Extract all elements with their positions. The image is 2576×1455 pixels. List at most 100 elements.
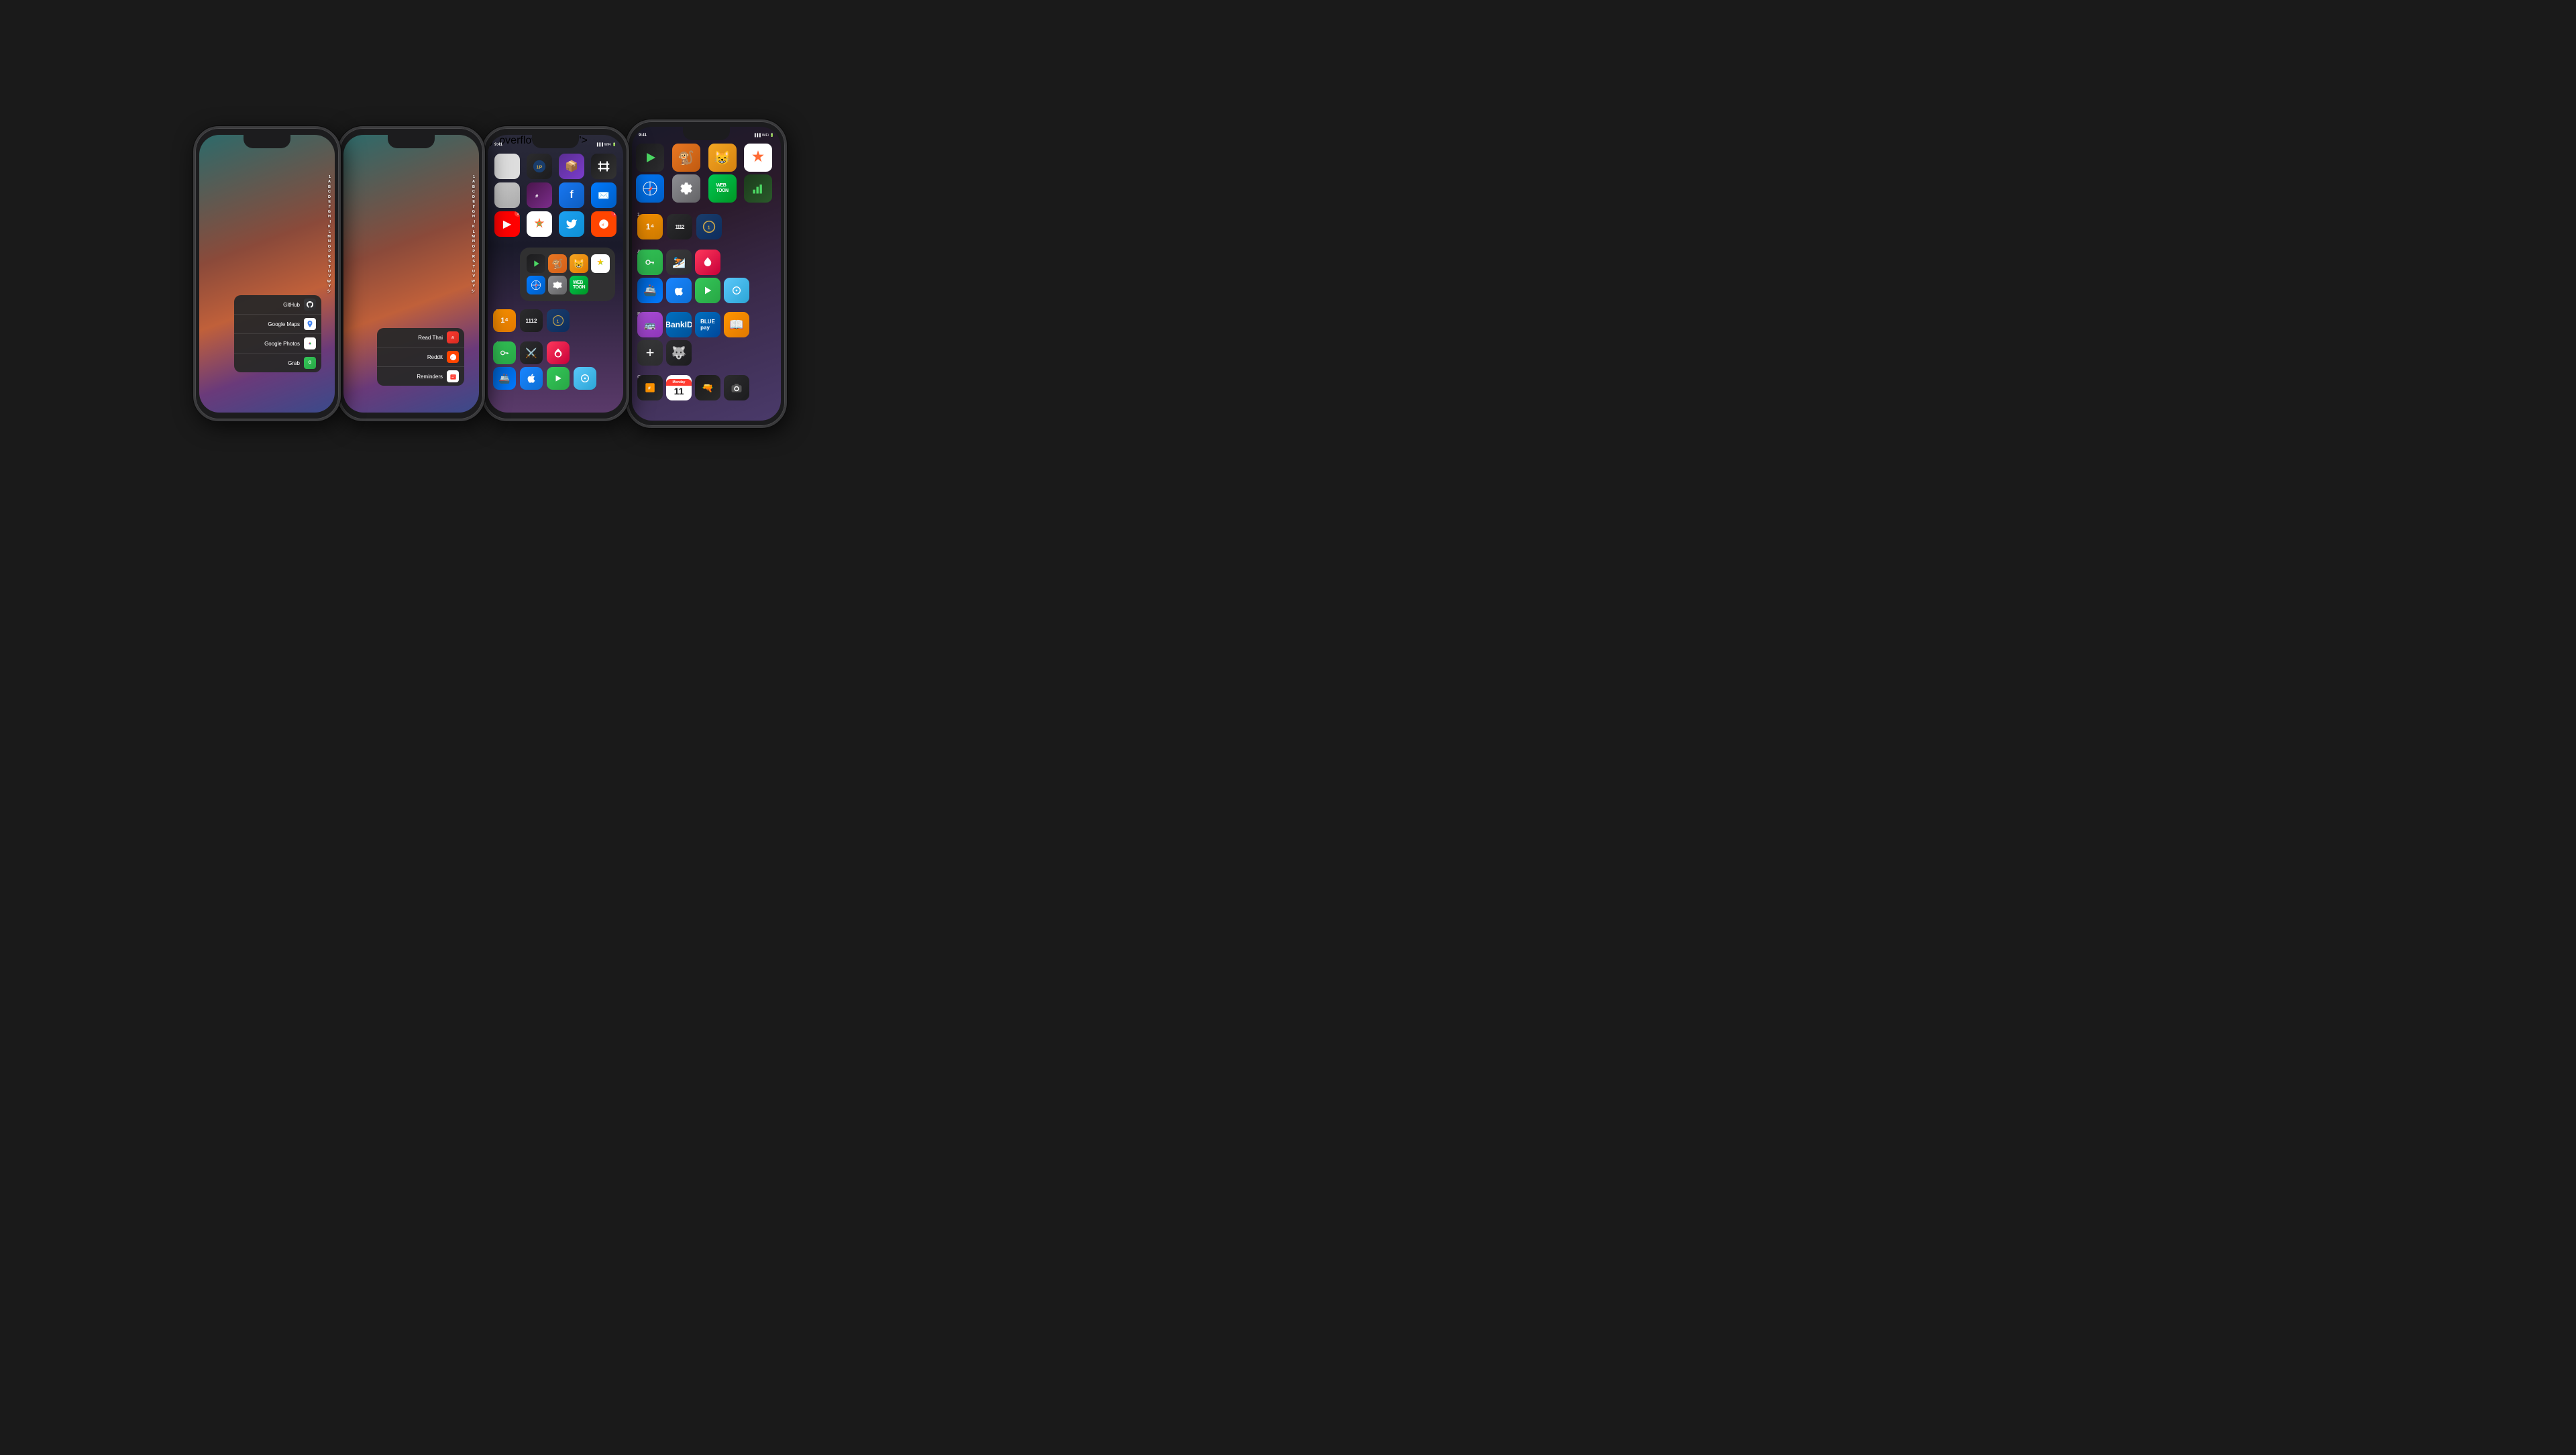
p4-find[interactable] — [724, 278, 749, 303]
context-menu-1: GitHub Google Maps Google Photos — [234, 295, 321, 372]
app-keypass[interactable] — [493, 341, 516, 364]
p4-boonie[interactable]: 🐺 — [666, 340, 692, 366]
section-C-4: # Monday 11 🔫 — [637, 375, 749, 400]
app-deliveries[interactable]: 📦 — [559, 154, 584, 179]
p4-app-garfield[interactable]: 😸 — [708, 144, 737, 172]
phone-3-screen: '); overflow:hidden;"> 9:41 ▐▐▐ WiFi 🔋 — [488, 135, 623, 413]
alpha-H[interactable]: H — [327, 215, 331, 219]
p4-calendar[interactable]: Monday 11 — [666, 375, 692, 400]
alpha-index-sidebar[interactable]: 1 A B C D E F G H I K L M N O P R — [327, 175, 331, 294]
menu-reddit[interactable]: Reddit r — [377, 347, 464, 367]
p4-bluepay[interactable]: BLUEpay — [695, 312, 720, 337]
app-placeholder-1[interactable] — [494, 154, 520, 179]
app-1password-3[interactable]: 1 — [547, 309, 570, 332]
folder-grid: 🐒 😸 — [525, 253, 610, 296]
alpha-K[interactable]: K — [327, 225, 331, 229]
app-1112[interactable]: 1112 — [520, 309, 543, 332]
p4-airbnb[interactable] — [695, 250, 720, 275]
svg-text:#: # — [648, 386, 651, 390]
alpha-P[interactable]: P — [327, 250, 331, 254]
p4-alto[interactable]: ⛷️ — [666, 250, 692, 275]
alpha-F[interactable]: F — [327, 205, 331, 210]
p4-app-charts[interactable] — [744, 174, 772, 203]
power-button-2 — [484, 188, 485, 215]
menu-readthai[interactable]: Read Thai ก — [377, 328, 464, 347]
p4-app-infuse[interactable] — [636, 144, 664, 172]
app-mail[interactable]: ✉️ — [591, 182, 616, 208]
app-twitter[interactable] — [559, 211, 584, 237]
app-ferries[interactable]: 🚢 — [493, 367, 516, 390]
app-1blocker[interactable]: 1⁴ — [493, 309, 516, 332]
googlemaps-icon — [304, 318, 316, 330]
alpha-C[interactable]: C — [327, 190, 331, 195]
p4-bankid[interactable]: BankID — [666, 312, 692, 337]
folder-infuse[interactable] — [527, 254, 545, 273]
vol-down-button — [193, 207, 195, 226]
alpha-D[interactable]: D — [327, 195, 331, 200]
folder-settings-3[interactable] — [548, 276, 567, 294]
phone-3: '); overflow:hidden;"> 9:41 ▐▐▐ WiFi 🔋 — [482, 126, 629, 421]
notch-3 — [532, 135, 579, 148]
alpha-T[interactable]: T — [327, 265, 331, 270]
p4-app-photos[interactable] — [744, 144, 772, 172]
menu-github[interactable]: GitHub — [234, 295, 321, 315]
p4-app-webtoon[interactable]: WEBTOON — [708, 174, 737, 203]
folder-webtoon-3[interactable]: WEBTOON — [570, 276, 588, 294]
app-game-3[interactable]: ⚔️ — [520, 341, 543, 364]
p4-greenapp[interactable] — [695, 278, 720, 303]
app-fitness[interactable] — [591, 154, 616, 179]
svg-text:1: 1 — [708, 224, 710, 230]
readthai-icon: ก — [447, 331, 459, 343]
menu-googlemaps[interactable]: Google Maps — [234, 315, 321, 334]
phone-1: 1 A B C D E F G H I K L M N O P R — [193, 126, 341, 421]
svg-text:#: # — [535, 193, 539, 199]
alpha-N[interactable]: N — [327, 239, 331, 244]
app-row-2: # f ✉️ — [493, 182, 618, 208]
p4-books[interactable]: 📖 — [724, 312, 749, 337]
app-facebook[interactable]: f — [559, 182, 584, 208]
p4-ferries[interactable]: 🚢 — [637, 278, 663, 303]
p4-app-settings[interactable] — [672, 174, 700, 203]
app-appstore-3[interactable] — [520, 367, 543, 390]
p4-1112[interactable]: 1112 — [667, 214, 692, 239]
notch-2 — [388, 135, 435, 148]
alpha-sidebar-2[interactable]: 1 A B C D E F G H I K L M N O P R — [471, 175, 475, 294]
p4-cod[interactable]: 🔫 — [695, 375, 720, 400]
app-slack[interactable]: # — [527, 182, 552, 208]
app-green3[interactable] — [547, 367, 570, 390]
p4-1blocker[interactable]: 1⁴ — [637, 214, 663, 239]
menu-reminders[interactable]: Reminders — [377, 367, 464, 386]
phone4-top-apps: 🐒 😸 — [636, 144, 777, 203]
app-reddit-3[interactable]: r/ 1 — [591, 211, 616, 237]
menu-grab[interactable]: Grab G — [234, 354, 321, 372]
app-misc-1[interactable] — [494, 182, 520, 208]
p4-appstore[interactable] — [666, 278, 692, 303]
alpha-L[interactable]: L — [327, 230, 331, 235]
alpha-V[interactable]: V — [327, 274, 331, 279]
p4-app-safari[interactable] — [636, 174, 664, 203]
alpha-Y[interactable]: Y — [327, 284, 331, 289]
app-airbnb-3[interactable] — [547, 341, 570, 364]
app-youtube[interactable]: ▶ 3 — [494, 211, 520, 237]
folder-safari-3[interactable] — [527, 276, 545, 294]
alpha-E[interactable]: E — [327, 200, 331, 205]
p4-camera[interactable] — [724, 375, 749, 400]
app-find-3[interactable] — [574, 367, 596, 390]
app-1password-top[interactable]: 1P — [527, 154, 552, 179]
p4-app-monkeyball[interactable]: 🐒 — [672, 144, 700, 172]
p4-calculator[interactable]: # — [637, 375, 663, 400]
alpha-S[interactable]: S — [327, 260, 331, 264]
p4-1password[interactable]: 1 — [696, 214, 722, 239]
menu-googlephotos[interactable]: Google Photos — [234, 334, 321, 354]
section-A-row2: 🚢 — [493, 367, 596, 390]
p4-bts[interactable]: 🚌 — [637, 312, 663, 337]
alpha-A[interactable]: A — [327, 180, 331, 184]
folder-garfield[interactable]: 😸 — [570, 254, 588, 273]
app-photos[interactable] — [527, 211, 552, 237]
p4-keypass[interactable] — [637, 250, 663, 275]
p4-add[interactable]: + — [637, 340, 663, 366]
folder-photos[interactable] — [591, 254, 610, 273]
folder-monkeyball[interactable]: 🐒 — [548, 254, 567, 273]
alpha-shi[interactable]: シ — [327, 290, 331, 294]
phone-1-body: 1 A B C D E F G H I K L M N O P R — [193, 126, 341, 421]
